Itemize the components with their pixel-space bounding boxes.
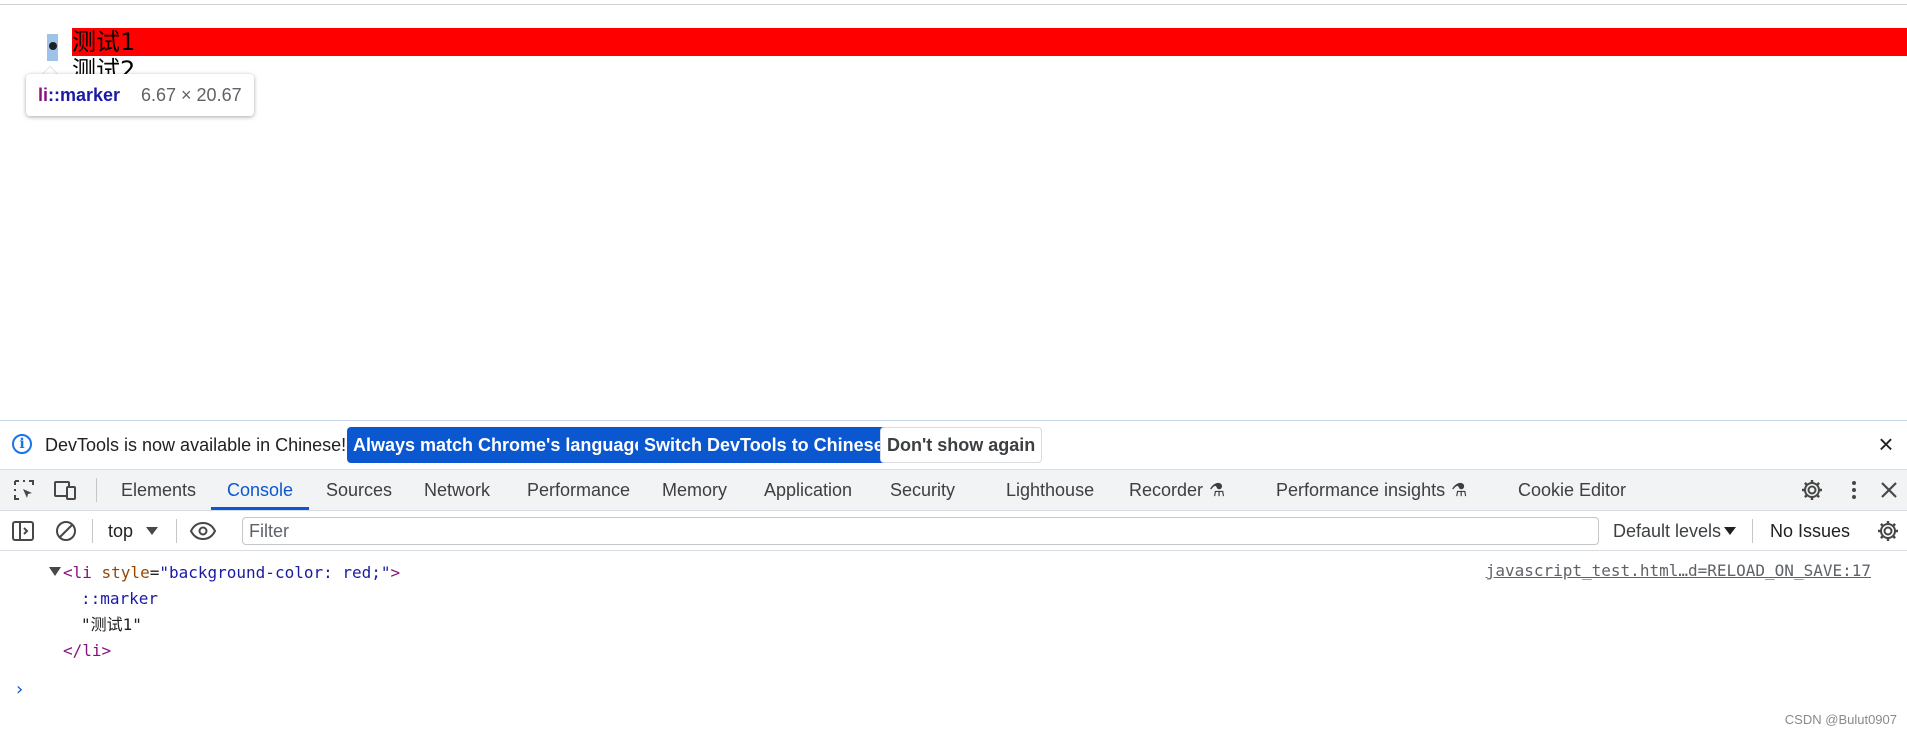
- language-infobar: i DevTools is now available in Chinese! …: [0, 421, 1907, 469]
- devtools-tabbar: Elements Console Sources Network Perform…: [0, 469, 1907, 511]
- log-levels-dropdown[interactable]: Default levels: [1613, 511, 1721, 551]
- expand-triangle-icon[interactable]: [49, 567, 61, 576]
- tab-application[interactable]: Application: [764, 470, 852, 510]
- flask-icon: ⚗: [1209, 480, 1226, 500]
- issues-counter[interactable]: No Issues: [1770, 511, 1850, 551]
- clear-console-icon[interactable]: [54, 519, 78, 543]
- tab-console[interactable]: Console: [210, 470, 310, 510]
- console-toolbar: top Filter Default levels No Issues: [0, 511, 1907, 551]
- toolbar-divider: [176, 519, 177, 543]
- console-settings-gear-icon[interactable]: [1876, 519, 1900, 543]
- tab-network[interactable]: Network: [424, 470, 490, 510]
- eye-icon[interactable]: [189, 519, 217, 543]
- infobar-message: DevTools is now available in Chinese!: [45, 435, 347, 455]
- dont-show-again-button[interactable]: Don't show again: [880, 427, 1043, 463]
- inspect-element-icon[interactable]: [12, 478, 36, 502]
- list-item-text: 测试1: [72, 28, 136, 56]
- watermark: CSDN @Bulut0907: [1784, 712, 1897, 727]
- gear-icon[interactable]: [1800, 478, 1824, 502]
- tab-cookie-editor[interactable]: Cookie Editor: [1518, 470, 1626, 510]
- chevron-down-icon[interactable]: [1724, 527, 1736, 535]
- tab-performance[interactable]: Performance: [527, 470, 630, 510]
- source-link[interactable]: javascript_test.html…d=RELOAD_ON_SAVE:17: [1486, 561, 1871, 580]
- always-match-language-button[interactable]: Always match Chrome's language: [347, 427, 651, 463]
- tab-memory[interactable]: Memory: [662, 470, 727, 510]
- tab-label: Recorder: [1129, 480, 1204, 500]
- console-element-open-tag[interactable]: <li style="background-color: red;">: [63, 563, 400, 583]
- page-list: 测试1 测试2 测试: [0, 28, 1907, 112]
- console-element-close-tag[interactable]: </li>: [63, 641, 111, 661]
- list-item-1[interactable]: 测试1: [72, 28, 1907, 56]
- tooltip-dimensions: 6.67 × 20.67: [141, 85, 242, 105]
- tab-label: Performance insights: [1276, 480, 1446, 500]
- info-icon: i: [12, 434, 32, 454]
- inspect-tooltip: li::marker 6.67 × 20.67: [26, 74, 254, 116]
- console-text-node[interactable]: "测试1": [81, 615, 142, 635]
- tab-recorder[interactable]: Recorder ⚗: [1129, 470, 1225, 510]
- close-icon[interactable]: ×: [1875, 431, 1897, 457]
- toolbar-divider: [1752, 519, 1753, 543]
- context-selector[interactable]: top: [108, 511, 133, 551]
- toolbar-divider: [96, 478, 97, 502]
- console-output: <li style="background-color: red;"> ::ma…: [0, 551, 1907, 734]
- sidebar-toggle-icon[interactable]: [11, 519, 35, 543]
- devtools-panel: i DevTools is now available in Chinese! …: [0, 420, 1907, 734]
- list-item-2[interactable]: 测试2: [0, 56, 1907, 84]
- chevron-down-icon[interactable]: [146, 527, 158, 535]
- console-prompt[interactable]: ›: [16, 679, 23, 700]
- console-marker-node[interactable]: ::marker: [81, 589, 158, 609]
- tab-lighthouse[interactable]: Lighthouse: [1006, 470, 1094, 510]
- tab-sources[interactable]: Sources: [326, 470, 392, 510]
- filter-input[interactable]: Filter: [242, 517, 1599, 545]
- page-top-border: [0, 0, 1907, 5]
- more-options-icon[interactable]: [1842, 478, 1866, 502]
- tab-elements[interactable]: Elements: [121, 470, 196, 510]
- list-item-3[interactable]: 测试: [0, 84, 1907, 112]
- close-devtools-icon[interactable]: [1877, 478, 1901, 502]
- tooltip-selector: li::marker: [38, 85, 121, 105]
- flask-icon: ⚗: [1451, 480, 1468, 500]
- tab-security[interactable]: Security: [890, 470, 955, 510]
- tab-performance-insights[interactable]: Performance insights ⚗: [1276, 470, 1467, 510]
- toolbar-divider: [92, 519, 93, 543]
- device-toolbar-icon[interactable]: [53, 478, 77, 502]
- switch-to-chinese-button[interactable]: Switch DevTools to Chinese: [638, 427, 890, 463]
